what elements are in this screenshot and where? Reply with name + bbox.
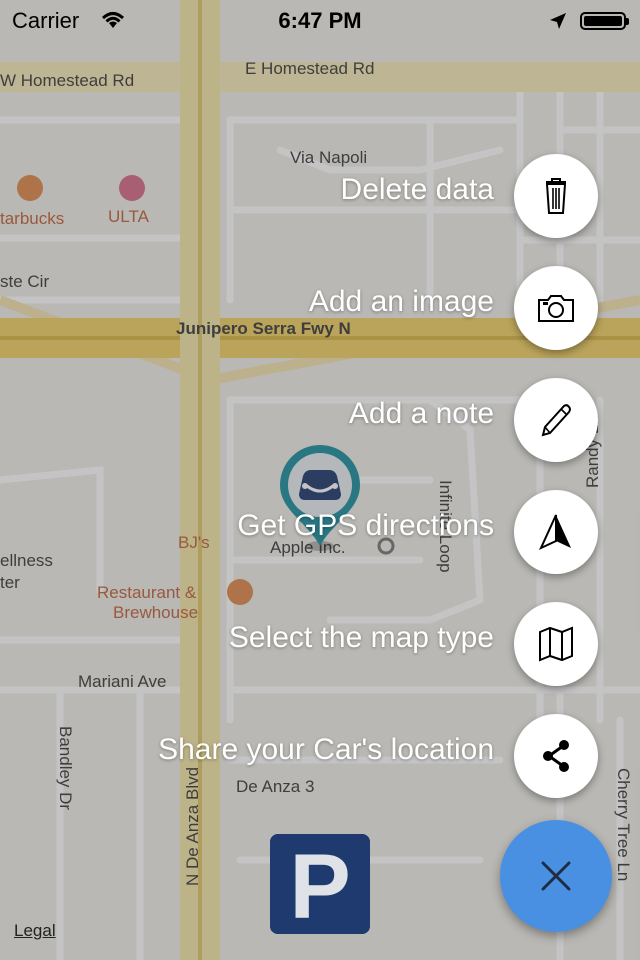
action-label: Get GPS directions [237, 509, 494, 542]
action-map-type[interactable]: Select the map type [0, 602, 598, 686]
action-gps-directions[interactable]: Get GPS directions [0, 490, 598, 574]
action-label: Select the map type [228, 621, 494, 654]
legal-link[interactable]: Legal [14, 921, 56, 941]
clock-label: 6:47 PM [278, 8, 362, 33]
action-add-note[interactable]: Add a note [0, 378, 598, 462]
action-label: Share your Car's location [158, 733, 494, 766]
action-add-image[interactable]: Add an image [0, 266, 598, 350]
action-share-location[interactable]: Share your Car's location [0, 714, 598, 798]
status-bar: Carrier 6:47 PM [0, 0, 640, 40]
map-type-button[interactable] [514, 602, 598, 686]
close-menu-button[interactable] [500, 820, 612, 932]
parking-letter: P [289, 836, 350, 934]
share-icon [543, 740, 569, 772]
parking-badge[interactable]: P [270, 834, 370, 934]
trash-icon [545, 178, 567, 214]
action-label: Delete data [340, 173, 494, 206]
pen-icon [541, 404, 571, 437]
action-label: Add a note [348, 397, 494, 430]
add-image-button[interactable] [514, 266, 598, 350]
gps-directions-button[interactable] [514, 490, 598, 574]
add-note-button[interactable] [514, 378, 598, 462]
delete-button[interactable] [514, 154, 598, 238]
camera-icon [538, 295, 574, 322]
parking-icon: P [270, 834, 370, 934]
navigation-arrow-icon [538, 514, 571, 551]
battery-icon [580, 12, 629, 30]
dim-overlay[interactable] [0, 0, 640, 960]
map-icon [539, 626, 573, 662]
location-services-icon [550, 13, 566, 29]
action-delete-data[interactable]: Delete data [0, 154, 598, 238]
share-button[interactable] [514, 714, 598, 798]
action-label: Add an image [308, 285, 494, 318]
close-icon [541, 861, 571, 891]
